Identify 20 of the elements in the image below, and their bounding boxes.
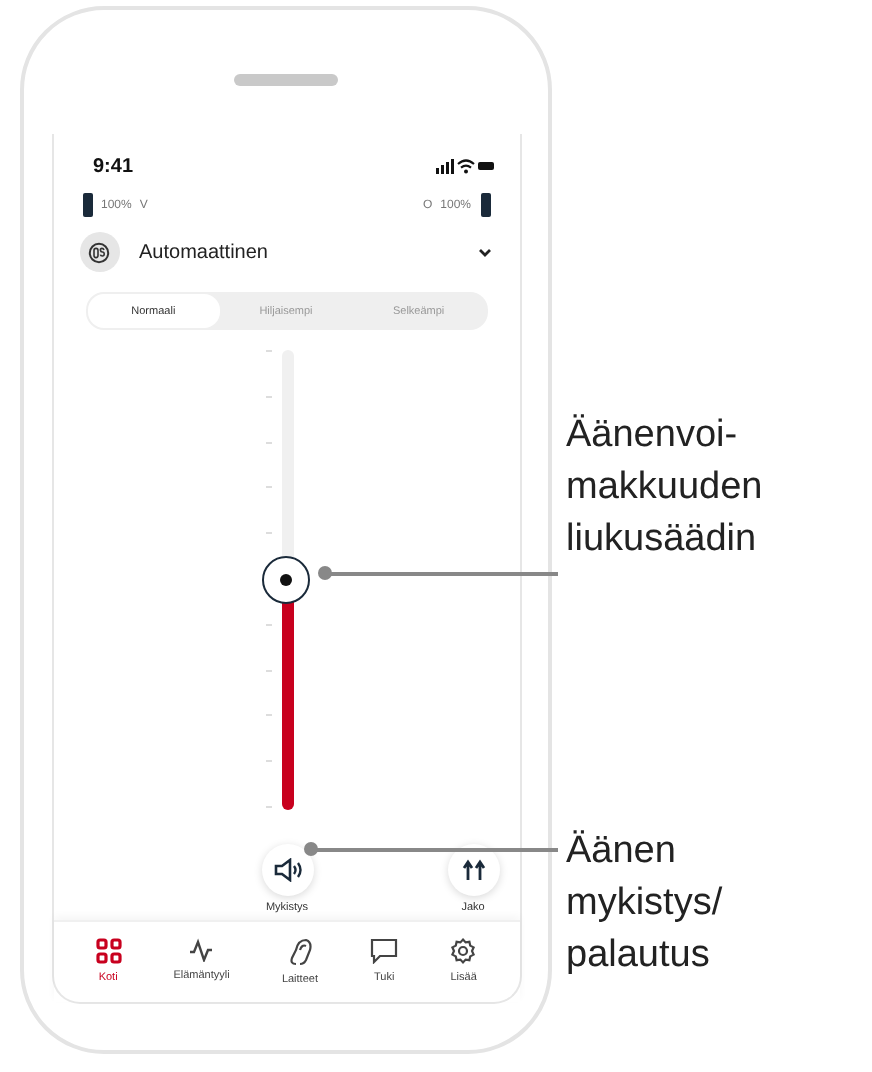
speaker-icon bbox=[273, 858, 301, 882]
callout-label: Äänen mykistys/ palautus bbox=[566, 828, 723, 980]
chevron-down-icon[interactable] bbox=[477, 247, 491, 257]
grid-icon bbox=[95, 938, 122, 964]
speaker-slot bbox=[234, 74, 338, 86]
volume-slider-thumb[interactable] bbox=[261, 555, 309, 604]
status-icons bbox=[435, 158, 495, 174]
chat-icon bbox=[370, 938, 399, 964]
status-time: 9:41 bbox=[93, 155, 134, 177]
settings-icon bbox=[450, 938, 477, 964]
split-icon bbox=[461, 858, 485, 882]
program-name: Automaattinen bbox=[139, 241, 270, 263]
battery-icon bbox=[479, 192, 491, 218]
hearing-aid-icon bbox=[287, 938, 312, 966]
program-icon bbox=[79, 232, 119, 272]
mute-button[interactable] bbox=[261, 844, 313, 896]
pulse-icon bbox=[188, 938, 215, 962]
split-button[interactable] bbox=[447, 844, 499, 896]
battery-icon bbox=[81, 192, 93, 218]
callout-label: Äänenvoi- makkuuden liukusäädin bbox=[566, 412, 763, 564]
